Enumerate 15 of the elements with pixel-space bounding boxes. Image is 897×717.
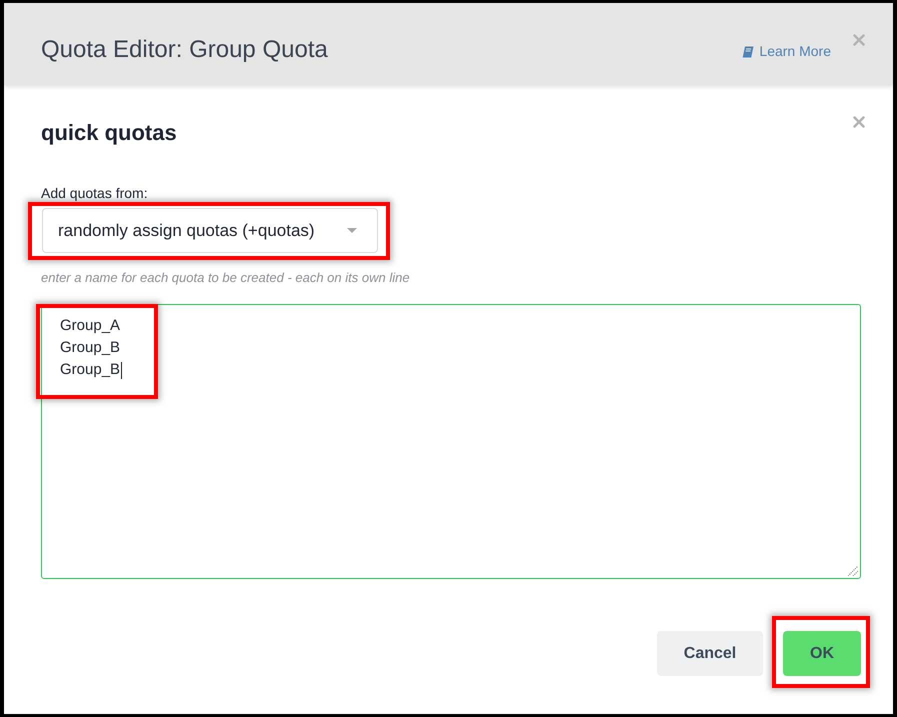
close-icon <box>853 34 865 46</box>
close-icon <box>853 116 865 128</box>
resize-grip-icon <box>848 566 858 576</box>
quota-source-select[interactable]: randomly assign quotas (+quotas) <box>42 208 378 253</box>
close-button[interactable] <box>853 34 865 46</box>
dropdown-caret-icon <box>347 228 357 233</box>
hint-text: enter a name for each quota to be created - each on its own line <box>41 269 410 287</box>
cancel-button[interactable]: Cancel <box>657 631 763 676</box>
dialog-title: Quota Editor: Group Quota <box>41 35 328 65</box>
field-label: Add quotas from: <box>41 184 148 203</box>
panel-title: quick quotas <box>41 119 177 147</box>
close-button[interactable] <box>853 116 865 128</box>
book-icon <box>742 46 754 58</box>
text-cursor-icon <box>121 362 122 378</box>
ok-button[interactable]: OK <box>783 631 861 676</box>
